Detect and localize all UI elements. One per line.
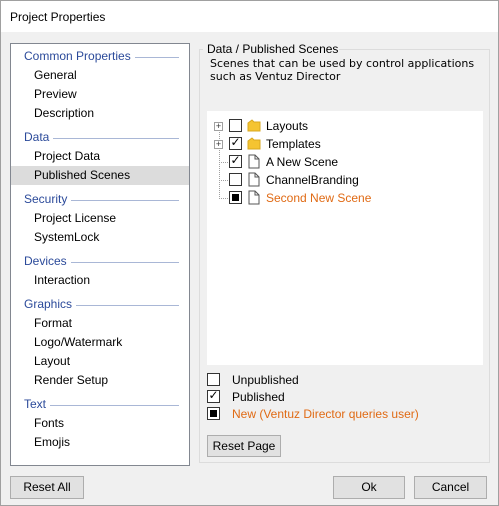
nav-group-data: Data Project Data Published Scenes: [11, 128, 189, 185]
group-label: Text: [24, 397, 51, 411]
legend-label: Unpublished: [232, 373, 299, 387]
nav-item-fonts[interactable]: Fonts: [11, 414, 189, 433]
nav-item-label: Project Data: [34, 149, 101, 163]
reset-page-button[interactable]: Reset Page: [207, 435, 281, 457]
expand-plus-icon[interactable]: +: [214, 122, 223, 131]
nav-item-general[interactable]: General: [11, 66, 189, 85]
nav-item-label: Fonts: [34, 416, 65, 430]
panel-title: Data / Published Scenes: [207, 42, 339, 56]
legend-label: Published: [232, 390, 285, 404]
group-header-common-properties: Common Properties: [11, 47, 189, 66]
nav-item-systemlock[interactable]: SystemLock: [11, 228, 189, 247]
nav-item-interaction[interactable]: Interaction: [11, 271, 189, 290]
nav-item-label: Format: [34, 316, 73, 330]
group-label: Security: [24, 192, 72, 206]
publish-checkbox[interactable]: [229, 191, 242, 204]
nav-group-graphics: Graphics Format Logo/Watermark Layout Re…: [11, 295, 189, 390]
nav-group-text: Text Fonts Emojis: [11, 395, 189, 452]
button-label: Reset All: [23, 480, 71, 494]
group-label: Devices: [24, 254, 71, 268]
category-nav: Common Properties General Preview Descri…: [10, 43, 190, 466]
nav-item-format[interactable]: Format: [11, 314, 189, 333]
nav-group-common-properties: Common Properties General Preview Descri…: [11, 47, 189, 123]
tree-item-label: A New Scene: [266, 155, 339, 169]
nav-item-project-data[interactable]: Project Data: [11, 147, 189, 166]
nav-item-label: Published Scenes: [34, 168, 131, 182]
publish-checkbox[interactable]: ✓: [229, 153, 242, 168]
nav-item-label: Logo/Watermark: [34, 335, 123, 349]
document-icon: [248, 154, 260, 169]
cancel-button[interactable]: Cancel: [414, 476, 487, 499]
button-label: Ok: [361, 480, 377, 494]
nav-item-layout[interactable]: Layout: [11, 352, 189, 371]
reset-all-button[interactable]: Reset All: [10, 476, 84, 499]
nav-item-label: General: [34, 68, 77, 82]
nav-item-emojis[interactable]: Emojis: [11, 433, 189, 452]
group-header-data: Data: [11, 128, 189, 147]
group-header-graphics: Graphics: [11, 295, 189, 314]
legend-filled-box-icon: [207, 407, 220, 420]
nav-item-description[interactable]: Description: [11, 104, 189, 123]
document-icon: [248, 190, 260, 205]
nav-item-label: Render Setup: [34, 373, 109, 387]
nav-item-published-scenes[interactable]: Published Scenes: [11, 166, 189, 185]
panel-description: Scenes that can be used by control appli…: [210, 57, 475, 83]
publish-checkbox[interactable]: [229, 173, 242, 186]
document-icon: [248, 172, 260, 187]
nav-group-security: Security Project License SystemLock: [11, 190, 189, 247]
tree-item-label: Second New Scene: [266, 191, 372, 205]
nav-item-project-license[interactable]: Project License: [11, 209, 189, 228]
group-label: Data: [24, 130, 54, 144]
scene-tree[interactable]: + Layouts + ✓ Templates ✓ A New Scene Ch…: [207, 111, 483, 365]
group-label: Common Properties: [24, 49, 135, 63]
nav-item-render-setup[interactable]: Render Setup: [11, 371, 189, 390]
group-header-security: Security: [11, 190, 189, 209]
folder-icon: [247, 119, 261, 132]
expand-plus-icon[interactable]: +: [214, 140, 223, 149]
nav-item-label: SystemLock: [34, 230, 100, 244]
legend-checked-box-icon: ✓: [207, 388, 220, 403]
nav-item-label: Description: [34, 106, 95, 120]
group-header-text: Text: [11, 395, 189, 414]
nav-item-label: Project License: [34, 211, 117, 225]
tree-item-label: ChannelBranding: [266, 173, 359, 187]
nav-item-label: Preview: [34, 87, 77, 101]
ok-button[interactable]: Ok: [333, 476, 405, 499]
nav-item-logo-watermark[interactable]: Logo/Watermark: [11, 333, 189, 352]
publish-checkbox[interactable]: ✓: [229, 135, 242, 150]
tree-item-label: Templates: [266, 137, 321, 151]
legend-unchecked-box-icon: [207, 373, 220, 386]
window-title: Project Properties: [10, 10, 106, 24]
legend-published: ✓ Published: [207, 388, 407, 405]
nav-group-devices: Devices Interaction: [11, 252, 189, 290]
title-bar: Project Properties: [1, 1, 498, 32]
tree-item-channelbranding[interactable]: ChannelBranding: [207, 171, 483, 189]
group-header-devices: Devices: [11, 252, 189, 271]
nav-item-label: Emojis: [34, 435, 71, 449]
legend-label: New (Ventuz Director queries user): [232, 407, 419, 421]
folder-icon: [247, 137, 261, 150]
publish-checkbox[interactable]: [229, 119, 242, 132]
tree-item-label: Layouts: [266, 119, 309, 133]
legend-new: New (Ventuz Director queries user): [207, 406, 467, 422]
tree-item-layouts[interactable]: + Layouts: [207, 117, 483, 135]
tree-item-second-new-scene[interactable]: Second New Scene: [207, 189, 483, 207]
legend-unpublished: Unpublished: [207, 372, 407, 388]
nav-item-label: Layout: [34, 354, 71, 368]
tree-item-templates[interactable]: + ✓ Templates: [207, 135, 483, 153]
tree-item-a-new-scene[interactable]: ✓ A New Scene: [207, 153, 483, 171]
nav-item-preview[interactable]: Preview: [11, 85, 189, 104]
group-label: Graphics: [24, 297, 77, 311]
button-label: Cancel: [431, 480, 470, 494]
project-properties-window: Project Properties Common Properties Gen…: [0, 0, 499, 506]
button-label: Reset Page: [212, 439, 276, 453]
nav-item-label: Interaction: [34, 273, 91, 287]
